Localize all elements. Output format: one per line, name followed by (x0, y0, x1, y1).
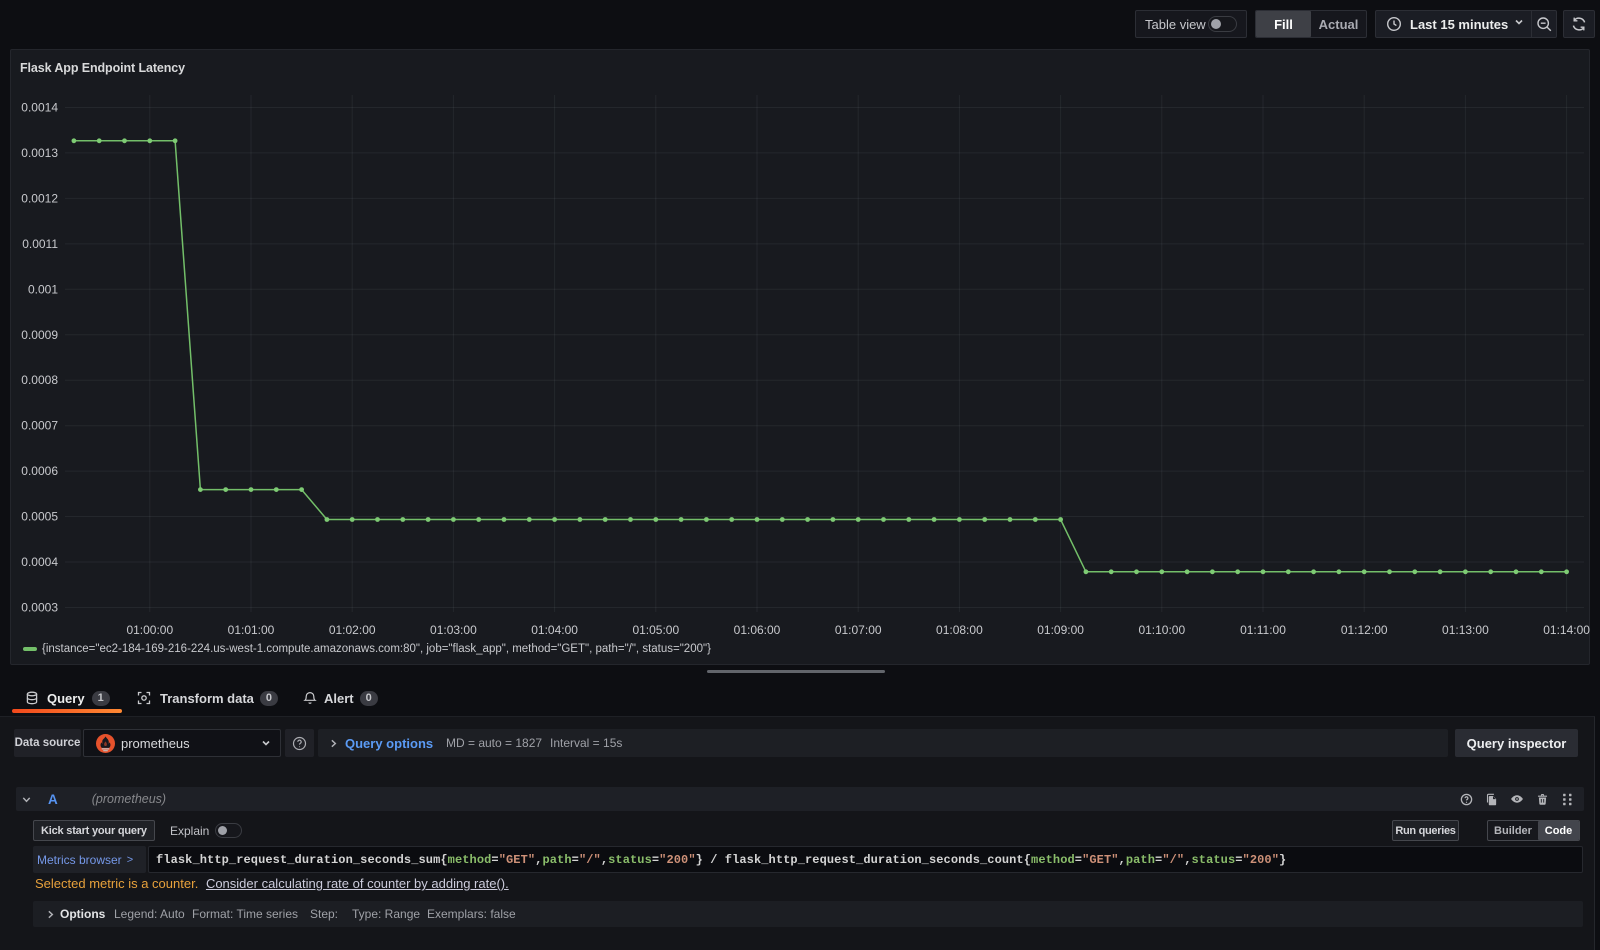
svg-text:0.0005: 0.0005 (21, 510, 58, 524)
svg-text:01:07:00: 01:07:00 (835, 623, 882, 637)
svg-text:0.0007: 0.0007 (21, 419, 58, 433)
svg-text:01:06:00: 01:06:00 (734, 623, 781, 637)
svg-text:01:04:00: 01:04:00 (531, 623, 578, 637)
svg-text:01:12:00: 01:12:00 (1341, 623, 1388, 637)
svg-text:0.0004: 0.0004 (21, 555, 58, 569)
svg-text:0.0012: 0.0012 (21, 191, 58, 205)
svg-text:01:11:00: 01:11:00 (1240, 623, 1286, 637)
svg-text:0.0011: 0.0011 (22, 237, 58, 251)
svg-text:0.0008: 0.0008 (21, 373, 58, 387)
svg-text:01:05:00: 01:05:00 (632, 623, 679, 637)
svg-text:01:01:00: 01:01:00 (228, 623, 275, 637)
svg-text:01:14:00: 01:14:00 (1543, 623, 1590, 637)
svg-text:01:13:00: 01:13:00 (1442, 623, 1489, 637)
svg-text:0.0014: 0.0014 (21, 101, 58, 115)
svg-text:0.0006: 0.0006 (21, 464, 58, 478)
svg-text:01:00:00: 01:00:00 (126, 623, 173, 637)
svg-text:01:03:00: 01:03:00 (430, 623, 477, 637)
svg-text:0.0003: 0.0003 (21, 601, 58, 615)
svg-text:01:09:00: 01:09:00 (1037, 623, 1084, 637)
svg-text:01:08:00: 01:08:00 (936, 623, 983, 637)
svg-text:01:02:00: 01:02:00 (329, 623, 376, 637)
svg-text:01:10:00: 01:10:00 (1138, 623, 1185, 637)
svg-text:0.0009: 0.0009 (21, 328, 58, 342)
svg-text:0.0013: 0.0013 (21, 146, 58, 160)
svg-text:0.001: 0.001 (28, 282, 58, 296)
